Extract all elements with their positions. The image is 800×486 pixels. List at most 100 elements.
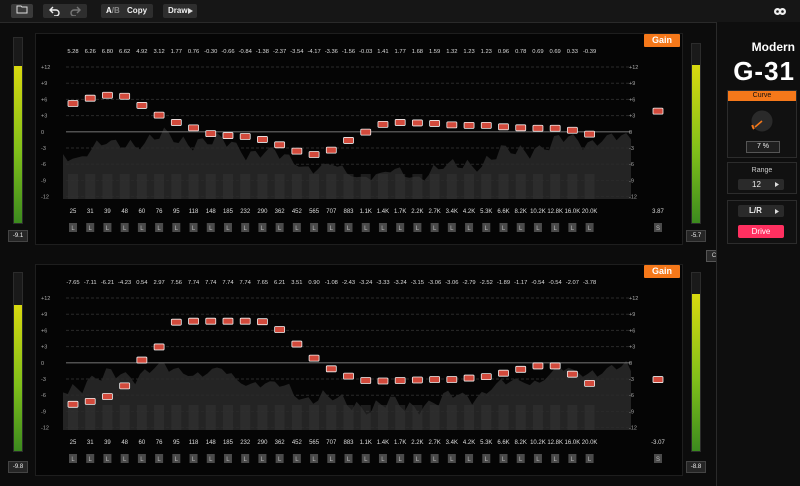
band-fader-2[interactable] (84, 94, 96, 102)
gain-button-2[interactable]: Gain (644, 265, 680, 278)
band-fader-31[interactable] (584, 380, 595, 387)
band-bar-5 (136, 405, 147, 430)
curve-value[interactable]: 7 % (746, 141, 780, 153)
band-bar-4 (119, 405, 130, 430)
band-fader-26[interactable] (498, 369, 509, 377)
band-fader-23[interactable] (446, 376, 458, 383)
band-fader-27[interactable] (515, 365, 527, 373)
band-value-12: -1.38 (256, 49, 269, 55)
copy-button[interactable]: Copy (127, 6, 147, 15)
band-fader-12[interactable] (257, 136, 268, 143)
band-fader-27[interactable] (515, 124, 527, 132)
band-fader-24[interactable] (463, 121, 475, 129)
band-fader-15[interactable] (308, 151, 320, 158)
band-fader-21[interactable] (411, 119, 423, 127)
band-fader-24[interactable] (463, 374, 475, 382)
band-fader-14[interactable] (291, 147, 303, 155)
gain-button-1[interactable]: Gain (644, 34, 680, 47)
band-fader-5[interactable] (136, 356, 148, 364)
band-fader-11[interactable] (239, 133, 251, 140)
band-fader-29[interactable] (549, 362, 561, 370)
band-fader-7[interactable] (170, 119, 182, 126)
band-fader-15[interactable] (308, 354, 320, 362)
band-fader-21[interactable] (411, 376, 423, 384)
band-fader-17[interactable] (343, 372, 354, 380)
band-fader-28[interactable] (532, 362, 544, 370)
band-fader-1[interactable] (67, 400, 79, 408)
band-fader-7[interactable] (170, 318, 182, 326)
band-value-3: 6.80 (102, 49, 113, 55)
open-preset-button[interactable] (11, 4, 33, 18)
band-fader-4[interactable] (119, 92, 131, 100)
mode-selector[interactable]: L/R (738, 205, 784, 217)
band-fader-18[interactable] (360, 128, 372, 136)
band-fader-13[interactable] (274, 326, 286, 333)
band-fader-1[interactable] (67, 100, 79, 107)
band-fader-28[interactable] (532, 124, 544, 132)
band-fader-19[interactable] (377, 377, 389, 385)
mode-value: L/R (749, 206, 762, 215)
band-fader-4[interactable] (119, 382, 131, 390)
band-fader-17[interactable] (343, 137, 354, 144)
band-fader-19[interactable] (377, 120, 389, 128)
band-fader-3[interactable] (102, 91, 113, 99)
curve-knob[interactable] (749, 108, 775, 134)
band-fader-20[interactable] (394, 377, 406, 384)
logo-icon[interactable] (773, 5, 787, 18)
range-label: Range (751, 167, 773, 174)
band-fader-9[interactable] (205, 130, 217, 138)
freq-label-3: 39 (104, 440, 111, 446)
band-fader-8[interactable] (188, 124, 199, 132)
band-fader-30[interactable] (566, 126, 578, 134)
db-scale-right: -9 (629, 409, 634, 415)
freq-label-14: 452 (292, 209, 303, 215)
band-fader-10[interactable] (222, 317, 234, 325)
db-scale-right: -3 (629, 146, 634, 152)
band-fader-9[interactable] (205, 317, 217, 325)
ab-toggle-button[interactable]: A/B (106, 6, 120, 15)
band-fader-22[interactable] (429, 120, 441, 127)
band-fader-5[interactable] (136, 102, 148, 109)
band-fader-25[interactable] (480, 373, 492, 381)
band-fader-2[interactable] (84, 397, 96, 405)
band-fader-8[interactable] (188, 317, 199, 325)
band-value-9: -0.30 (204, 49, 217, 55)
redo-icon[interactable] (69, 6, 81, 16)
band-fader-18[interactable] (360, 377, 372, 384)
master-fader[interactable] (652, 107, 664, 115)
band-bar-22 (429, 174, 440, 199)
band-fader-31[interactable] (584, 130, 595, 138)
play-triangle-icon (775, 182, 779, 187)
master-fader[interactable] (652, 376, 664, 383)
band-fader-11[interactable] (239, 317, 251, 325)
band-fader-12[interactable] (257, 318, 268, 326)
freq-label-27: 8.2K (515, 440, 527, 446)
band-fader-6[interactable] (153, 343, 165, 351)
band-fader-16[interactable] (325, 365, 337, 373)
freq-label-22: 2.7K (428, 209, 440, 215)
band-fader-16[interactable] (325, 146, 337, 154)
band-fader-3[interactable] (102, 393, 113, 400)
band-fader-25[interactable] (480, 121, 492, 129)
draw-button[interactable]: Draw (163, 4, 197, 18)
freq-label-24: 4.2K (463, 209, 475, 215)
band-fader-10[interactable] (222, 132, 234, 139)
band-fader-13[interactable] (274, 141, 286, 149)
drive-button[interactable]: Drive (738, 225, 784, 238)
band-bar-12 (257, 174, 268, 199)
band-fader-14[interactable] (291, 340, 303, 348)
band-bar-18 (360, 174, 371, 199)
band-fader-23[interactable] (446, 121, 458, 129)
band-fader-22[interactable] (429, 376, 441, 383)
band-bar-6 (154, 405, 165, 430)
band-fader-20[interactable] (394, 119, 406, 126)
band-value-1: 5.28 (67, 49, 78, 55)
range-selector[interactable]: 12 (738, 179, 784, 190)
band-fader-26[interactable] (498, 123, 509, 131)
freq-label-5: 60 (139, 440, 146, 446)
band-bar-31 (584, 405, 595, 430)
band-fader-29[interactable] (549, 124, 561, 132)
band-fader-6[interactable] (153, 111, 165, 119)
band-fader-30[interactable] (566, 370, 578, 378)
undo-icon[interactable] (49, 6, 61, 16)
